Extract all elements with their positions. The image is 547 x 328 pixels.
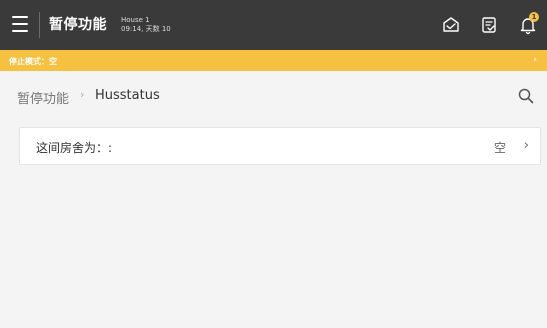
house-info: House 1 09:14, 天数 10 <box>121 16 171 34</box>
home-icon[interactable] <box>441 15 461 35</box>
breadcrumb-root[interactable]: 暂停功能 <box>17 88 69 107</box>
chevron-right-icon: › <box>533 55 537 65</box>
menu-icon[interactable] <box>12 16 28 32</box>
chevron-right-icon: › <box>523 138 529 153</box>
top-bar: 暂停功能 House 1 09:14, 天数 10 1 <box>0 0 547 50</box>
page-title: 暂停功能 <box>49 17 107 33</box>
house-status-value: 空 <box>493 141 506 155</box>
house-status-label: 这间房舍为：: <box>36 141 113 155</box>
banner-text: 停止模式：空 <box>9 57 57 66</box>
stop-mode-banner[interactable]: 停止模式：空 › <box>0 50 547 71</box>
breadcrumb: 暂停功能 › Husstatus <box>0 71 547 121</box>
house-time: 09:14, 天数 10 <box>121 25 171 33</box>
search-icon[interactable] <box>517 87 535 105</box>
breadcrumb-separator: › <box>80 88 85 101</box>
report-icon[interactable] <box>479 15 499 35</box>
notification-bell-icon[interactable]: 1 <box>518 12 539 35</box>
divider <box>39 12 40 38</box>
breadcrumb-current: Husstatus <box>95 88 160 103</box>
house-name: House 1 <box>121 16 150 24</box>
house-status-row[interactable]: 这间房舍为：: 空 › <box>19 127 541 165</box>
notification-badge: 1 <box>529 12 539 22</box>
